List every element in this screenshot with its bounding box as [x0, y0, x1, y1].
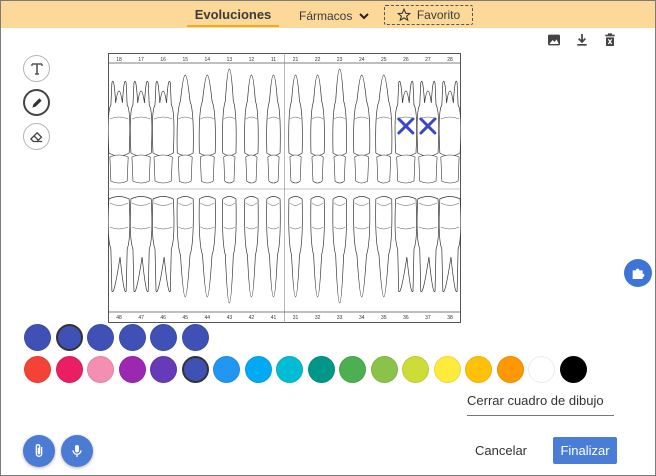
tooth-number-25: 25 [381, 57, 387, 63]
top-tab-bar: Evoluciones Fármacos Favorito [1, 1, 655, 28]
tab-evoluciones-label: Evoluciones [194, 7, 272, 22]
eraser-icon [29, 131, 43, 143]
tab-evoluciones[interactable]: Evoluciones [187, 5, 279, 27]
paperclip-icon [35, 444, 43, 457]
primary-shade-swatch-4[interactable] [150, 324, 177, 351]
tooth-number-44: 44 [205, 315, 211, 321]
color-swatch-9[interactable] [307, 356, 335, 383]
eraser-tool-button[interactable] [23, 123, 50, 150]
tooth-18[interactable] [108, 80, 131, 184]
color-swatch-2[interactable] [87, 356, 114, 383]
color-swatch-3[interactable] [118, 356, 146, 383]
primary-shade-swatch-5[interactable] [181, 324, 209, 351]
attach-button[interactable] [23, 435, 55, 467]
tooth-number-17: 17 [138, 57, 144, 63]
tooth-17[interactable] [129, 80, 153, 184]
tooth-number-34: 34 [359, 315, 365, 321]
tooth-number-14: 14 [205, 57, 211, 63]
color-swatch-4[interactable] [150, 356, 177, 383]
microphone-button[interactable] [61, 435, 93, 467]
close-drawing-button[interactable]: Cerrar cuadro de dibujo [467, 393, 614, 416]
tooth-number-46: 46 [160, 315, 166, 321]
tooth-number-24: 24 [359, 57, 365, 63]
tab-farmacos[interactable]: Fármacos [299, 5, 371, 27]
tooth-number-31: 31 [293, 315, 299, 321]
color-swatch-11[interactable] [370, 356, 398, 383]
tooth-number-37: 37 [425, 315, 431, 321]
drawing-tools [23, 55, 50, 150]
puzzle-icon [632, 268, 645, 279]
extension-button[interactable] [624, 259, 652, 287]
tooth-16[interactable] [152, 80, 175, 184]
color-swatch-6[interactable] [213, 356, 240, 383]
chevron-down-icon [359, 13, 370, 20]
color-swatch-8[interactable] [276, 356, 303, 383]
tooth-number-36: 36 [403, 315, 409, 321]
microphone-icon [72, 445, 82, 457]
color-swatch-7[interactable] [244, 356, 272, 383]
tooth-28[interactable] [438, 80, 461, 184]
tooth-number-26: 26 [403, 57, 409, 63]
favorito-label: Favorito [416, 8, 461, 22]
drawing-actions [546, 32, 618, 48]
finish-button[interactable]: Finalizar [553, 437, 617, 464]
tooth-number-15: 15 [182, 57, 188, 63]
tooth-number-48: 48 [116, 315, 122, 321]
primary-shade-swatch-3[interactable] [118, 324, 146, 351]
odontogram-chart[interactable]: 18 17 16 15 14 13 12 11 21 22 23 24 25 26 27 28 48 47 46 4… [108, 53, 461, 323]
tooth-number-13: 13 [227, 57, 233, 63]
pen-tool-button[interactable] [23, 89, 50, 116]
download-icon[interactable] [574, 32, 590, 48]
color-swatch-5[interactable] [181, 356, 209, 383]
text-icon [30, 62, 43, 75]
primary-shade-swatch-1[interactable] [55, 324, 83, 351]
color-swatch-10[interactable] [339, 356, 366, 383]
tooth-number-32: 32 [315, 315, 321, 321]
tooth-number-21: 21 [293, 57, 299, 63]
palette-row-primary [24, 324, 209, 351]
delete-icon[interactable] [602, 32, 618, 48]
tooth-number-28: 28 [447, 57, 453, 63]
tooth-number-11: 11 [271, 57, 276, 63]
color-swatch-14[interactable] [465, 356, 492, 383]
color-swatch-15[interactable] [496, 356, 524, 383]
tooth-number-45: 45 [182, 315, 188, 321]
color-swatch-1[interactable] [55, 356, 83, 383]
tooth-number-42: 42 [249, 315, 255, 321]
tooth-number-41: 41 [271, 315, 277, 321]
image-icon[interactable] [546, 32, 562, 48]
pen-icon [31, 97, 42, 108]
text-tool-button[interactable] [23, 55, 50, 82]
tooth-number-12: 12 [249, 57, 255, 63]
color-swatch-12[interactable] [402, 356, 429, 383]
tooth-number-33: 33 [337, 315, 343, 321]
primary-shade-swatch-0[interactable] [24, 324, 51, 351]
tooth-number-38: 38 [447, 315, 453, 321]
tooth-number-35: 35 [381, 315, 387, 321]
color-swatch-0[interactable] [24, 356, 51, 383]
tooth-number-27: 27 [425, 57, 431, 63]
palette-row-colors [24, 356, 587, 383]
tooth-number-18: 18 [116, 57, 122, 63]
tooth-number-22: 22 [315, 57, 321, 63]
tooth-number-16: 16 [160, 57, 166, 63]
primary-shade-swatch-2[interactable] [87, 324, 114, 351]
star-outline-icon [396, 8, 411, 22]
favorito-button[interactable]: Favorito [384, 5, 473, 25]
color-swatch-17[interactable] [559, 356, 587, 383]
tab-farmacos-label: Fármacos [299, 9, 353, 23]
cancel-button[interactable]: Cancelar [470, 440, 532, 462]
tooth-number-23: 23 [337, 57, 343, 63]
color-swatch-13[interactable] [433, 356, 461, 383]
tooth-number-43: 43 [227, 315, 233, 321]
tooth-number-47: 47 [138, 315, 144, 321]
color-swatch-16[interactable] [528, 356, 555, 383]
